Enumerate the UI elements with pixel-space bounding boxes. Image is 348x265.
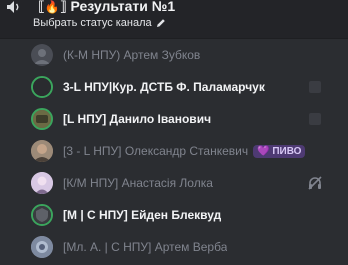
avatar [31,236,53,258]
member-name: (К-М НПУ) Артем Зубков [63,48,201,62]
screen-icon [309,113,321,125]
avatar-speaking [31,76,53,98]
headphones-muted-icon [308,176,322,190]
member-name: [M | C НПУ] Ейден Блеквуд [63,208,222,222]
member-name: [К/М НПУ] Анастасія Лолка [63,176,213,190]
channel-status-button[interactable]: Выбрать статус канала [33,17,166,29]
avatar [31,172,53,194]
voice-member[interactable]: 3-L НПУ|Кур. ДСТБ Ф. Паламарчук [31,72,341,102]
channel-name[interactable]: ⟦🔥⟧ Результати №1 [38,0,175,15]
channel-name-prefix: ⟦ [38,0,45,14]
voice-channel-header[interactable]: ⟦🔥⟧ Результати №1 Выбрать статус канала [0,0,348,39]
voice-member[interactable]: (К-М НПУ) Артем Зубков [31,40,341,70]
voice-member[interactable]: [3 - L НПУ] Олександр Станкевич 💜 ПИВО [31,136,341,166]
member-badge: 💜 ПИВО [253,144,306,158]
pencil-icon [156,19,165,27]
avatar-speaking [31,108,53,130]
voice-member[interactable]: [Мл. А. | С НПУ] Артем Верба [31,232,341,262]
channel-name-suffix: ⟧ Результати №1 [59,0,176,14]
member-name: [Мл. А. | С НПУ] Артем Верба [63,240,228,254]
voice-member[interactable]: [L НПУ] Данило Іванович [31,104,341,134]
member-name: [L НПУ] Данило Іванович [63,112,212,126]
avatar [31,44,53,66]
fire-emoji: 🔥 [44,0,60,14]
member-name: [3 - L НПУ] Олександр Станкевич [63,144,249,158]
speaker-icon [7,1,19,13]
voice-member[interactable]: [M | C НПУ] Ейден Блеквуд [31,200,341,230]
channel-status-label: Выбрать статус канала [33,17,152,29]
avatar [31,140,53,162]
avatar-speaking [31,204,53,226]
screen-icon [309,81,321,93]
voice-member[interactable]: [К/М НПУ] Анастасія Лолка [31,168,341,198]
member-name: 3-L НПУ|Кур. ДСТБ Ф. Паламарчук [63,80,265,94]
